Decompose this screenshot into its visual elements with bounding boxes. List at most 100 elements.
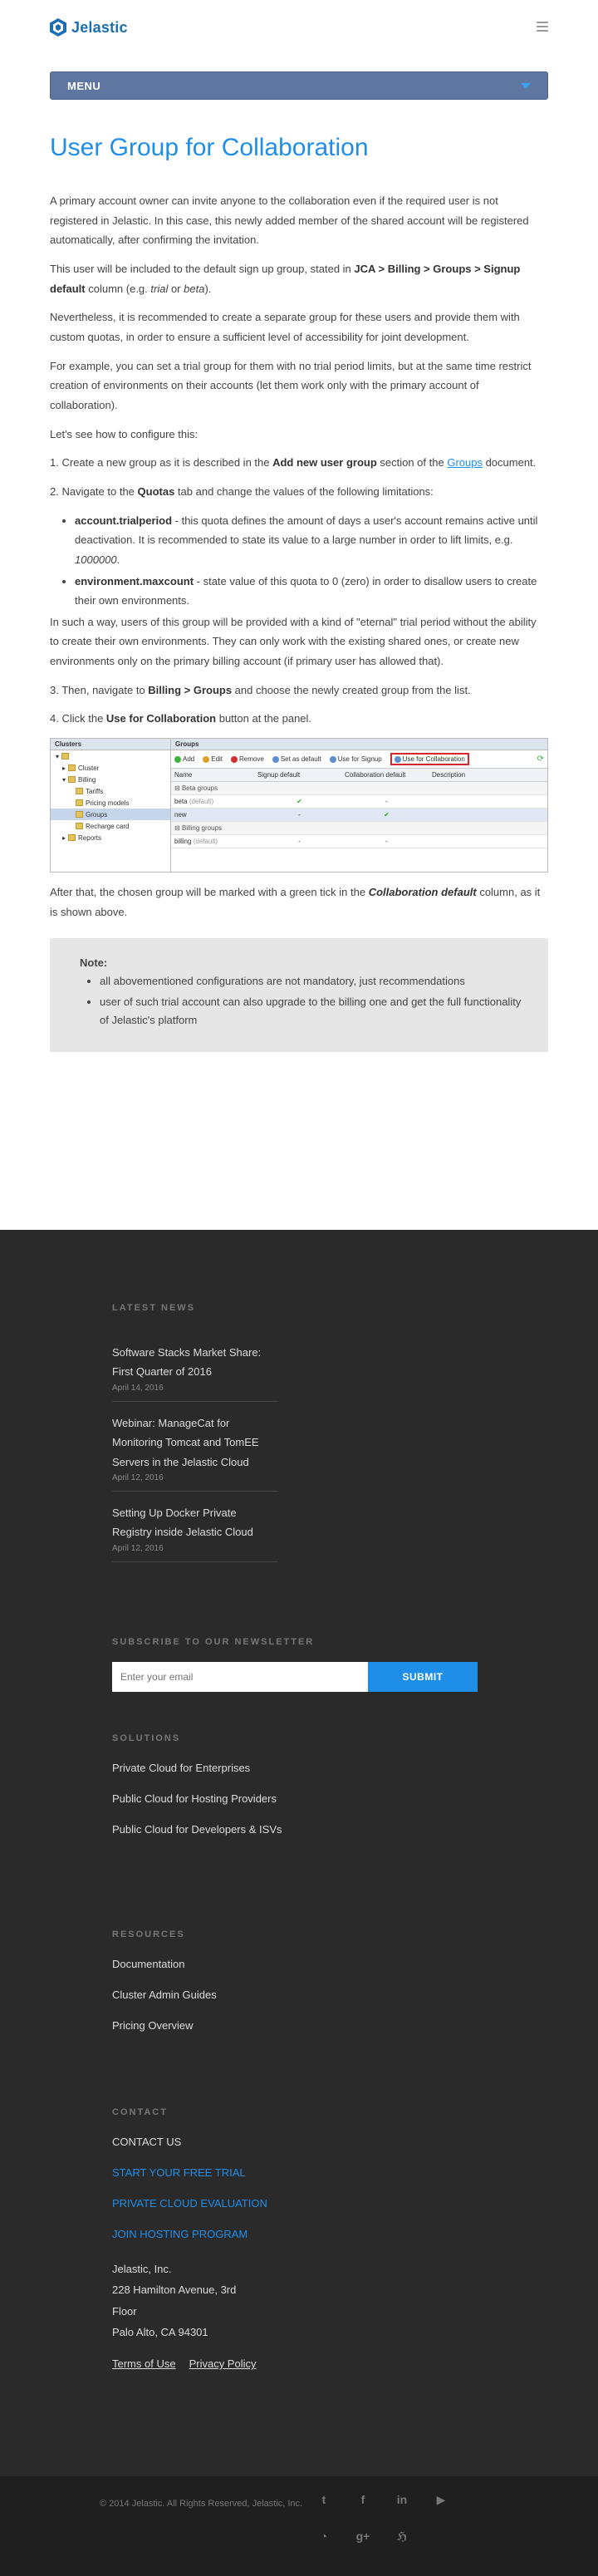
collaboration-icon (394, 755, 401, 763)
news-title[interactable]: Webinar: ManageCat for Monitoring Tomcat… (112, 1413, 278, 1472)
resources-section: RESOURCES Documentation Cluster Admin Gu… (112, 1930, 486, 2032)
tool-edit: Edit (203, 755, 223, 763)
resources-link-pricing[interactable]: Pricing Overview (112, 2019, 486, 2032)
footer-bottom-bar: © 2014 Jelastic. All Rights Reserved, Je… (0, 2476, 598, 2576)
paragraph-signup-group: This user will be included to the defaul… (50, 262, 521, 295)
youtube-icon[interactable]: ▶ (433, 2491, 449, 2508)
newsletter-section: SUBSCRIBE TO OUR NEWSLETTER SUBMIT (112, 1637, 486, 1692)
latest-news-heading: LATEST NEWS (112, 1303, 196, 1313)
tree-item-root: ▾ (51, 750, 170, 762)
twitter-icon[interactable]: t (316, 2491, 332, 2508)
clusters-tree-panel: Clusters ▾ ▸ Cluster ▾ Billing Tariffs P… (51, 739, 171, 873)
habr-icon[interactable]: ℌ (394, 2528, 410, 2544)
remove-icon (231, 755, 238, 763)
tree-item-pricing-models: Pricing models (51, 797, 170, 809)
email-input[interactable] (112, 1662, 368, 1692)
grid-row-new: new - ✔ (171, 809, 547, 823)
solutions-link-developers[interactable]: Public Cloud for Developers & ISVs (112, 1823, 486, 1836)
folder-icon (61, 753, 70, 760)
site-footer: LATEST NEWS Software Stacks Market Share… (0, 1230, 598, 2476)
github-icon[interactable]: ◔ (316, 2528, 332, 2544)
news-item[interactable]: Setting Up Docker Private Registry insid… (112, 1492, 278, 1562)
step-3: 3. Then, navigate to Billing > Groups an… (50, 683, 471, 696)
copyright-text: © 2014 Jelastic. All Rights Reserved, Je… (100, 2499, 303, 2509)
paragraph-eternal-trial: In such a way, users of this group will … (50, 615, 537, 668)
grid-row-beta: beta (default) ✔ - (171, 795, 547, 809)
tool-use-for-signup: Use for Signup (329, 755, 382, 763)
free-trial-link[interactable]: START YOUR FREE TRIAL (112, 2166, 486, 2179)
paragraph-after: After that, the chosen group will be mar… (50, 886, 541, 918)
folder-icon (68, 776, 76, 784)
solutions-heading: SOLUTIONS (112, 1733, 181, 1743)
newsletter-heading: SUBSCRIBE TO OUR NEWSLETTER (112, 1637, 315, 1647)
note-title: Note: (80, 956, 108, 970)
groups-toolbar: Add Edit Remove Set as default Use for S… (171, 750, 547, 769)
paragraph-howto: Let's see how to configure this: (50, 427, 199, 440)
folder-icon (68, 764, 76, 772)
site-header: Jelastic (0, 0, 598, 58)
legal-links: Terms of Use Privacy Policy (112, 2357, 486, 2370)
tool-add: Add (174, 755, 194, 763)
logo[interactable]: Jelastic (50, 18, 128, 37)
quota-item-trialperiod: account.trialperiod - this quota defines… (75, 511, 548, 570)
resources-link-admin-guides[interactable]: Cluster Admin Guides (112, 1989, 486, 2001)
news-title[interactable]: Setting Up Docker Private Registry insid… (112, 1503, 278, 1542)
tree-item-cluster: ▸ Cluster (62, 764, 100, 772)
folder-icon (68, 834, 76, 842)
solutions-section: SOLUTIONS Private Cloud for Enterprises … (112, 1733, 486, 1836)
news-date: April 12, 2016 (112, 1472, 164, 1482)
quota-item-maxcount: environment.maxcount - state value of th… (75, 572, 548, 611)
facebook-icon[interactable]: f (355, 2491, 371, 2508)
paragraph-recommendation: Nevertheless, it is recommended to creat… (50, 311, 520, 343)
news-item[interactable]: Webinar: ManageCat for Monitoring Tomcat… (112, 1402, 278, 1492)
solutions-link-hosting[interactable]: Public Cloud for Hosting Providers (112, 1792, 486, 1805)
folder-icon (76, 823, 83, 830)
tree-item-recharge-card: Recharge card (51, 820, 170, 832)
note-box: Note: all abovementioned configurations … (50, 938, 548, 1052)
tool-remove: Remove (231, 755, 264, 763)
folder-icon (76, 788, 83, 795)
tool-use-for-collaboration: Use for Collaboration (390, 753, 469, 766)
quota-list: account.trialperiod - this quota defines… (75, 511, 548, 611)
grid-row-billing: billing (default) - - (171, 835, 547, 849)
edit-icon (203, 755, 210, 763)
step-2: 2. Navigate to the Quotas tab and change… (50, 484, 434, 498)
note-item: all abovementioned configurations are no… (100, 972, 525, 990)
tool-set-default: Set as default (272, 755, 321, 763)
paragraph-intro: A primary account owner can invite anyon… (50, 194, 529, 247)
menu-dropdown[interactable]: MENU (50, 71, 548, 100)
tree-item-tariffs: Tariffs (51, 785, 170, 797)
grid-group-billing: ⊟ Billing groups (171, 822, 547, 836)
hosting-program-link[interactable]: JOIN HOSTING PROGRAM (112, 2228, 486, 2240)
resources-link-documentation[interactable]: Documentation (112, 1958, 486, 1970)
default-icon (272, 755, 279, 763)
company-address: Jelastic, Inc. 228 Hamilton Avenue, 3rd … (112, 2263, 237, 2339)
private-cloud-evaluation-link[interactable]: PRIVATE CLOUD EVALUATION (112, 2197, 486, 2210)
contact-heading: CONTACT (112, 2107, 168, 2117)
linkedin-icon[interactable]: in (394, 2491, 410, 2508)
clusters-panel-header: Clusters (51, 739, 170, 751)
tree-item-reports: ▸ Reports (62, 833, 102, 842)
news-title[interactable]: Software Stacks Market Share: First Quar… (112, 1343, 278, 1382)
tree-item-billing: ▾ Billing (62, 775, 96, 784)
refresh-icon: ⟳ (537, 755, 544, 764)
step-1: 1. Create a new group as it is described… (50, 456, 537, 469)
check-icon: ✔ (384, 811, 390, 819)
news-item[interactable]: Software Stacks Market Share: First Quar… (112, 1331, 278, 1402)
submit-button[interactable]: SUBMIT (368, 1662, 478, 1692)
contact-us-link[interactable]: CONTACT US (112, 2136, 486, 2148)
groups-link[interactable]: Groups (447, 456, 483, 469)
solutions-link-enterprises[interactable]: Private Cloud for Enterprises (112, 1762, 486, 1774)
hamburger-menu-icon[interactable] (537, 22, 548, 32)
chevron-down-icon (521, 82, 531, 89)
note-item: user of such trial account can also upgr… (100, 993, 525, 1028)
terms-link[interactable]: Terms of Use (112, 2357, 176, 2370)
groups-panel-header: Groups (171, 739, 547, 751)
signup-icon (329, 755, 336, 763)
google-plus-icon[interactable]: g+ (355, 2528, 371, 2544)
page-title: User Group for Collaboration (50, 134, 369, 161)
folder-icon (76, 811, 83, 819)
contact-section: CONTACT CONTACT US START YOUR FREE TRIAL… (112, 2107, 486, 2370)
privacy-link[interactable]: Privacy Policy (189, 2357, 257, 2370)
latest-news-section: LATEST NEWS Software Stacks Market Share… (112, 1303, 486, 1562)
